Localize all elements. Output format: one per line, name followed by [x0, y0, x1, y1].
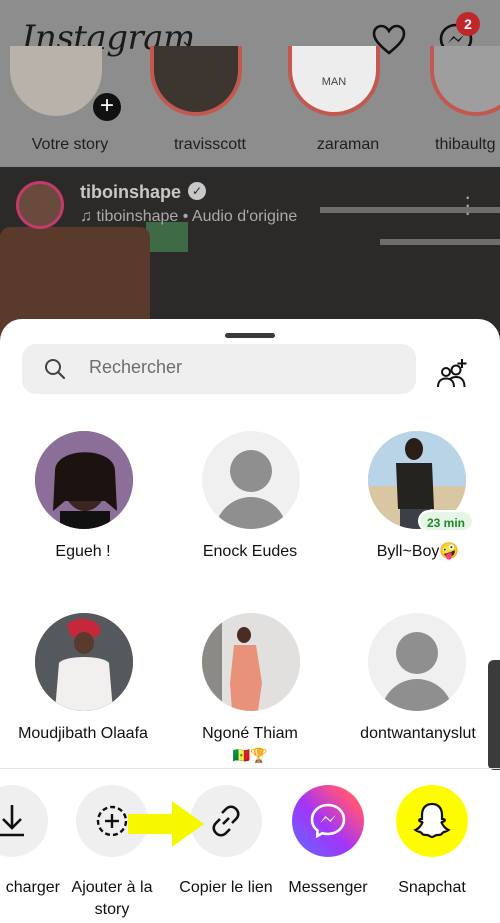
reel-background-light [380, 239, 500, 245]
contact-name: Egueh ! [55, 543, 111, 560]
scroll-edge [488, 660, 500, 770]
story-label: zaraman [316, 136, 380, 153]
snapchat-label: Snapchat [398, 879, 466, 896]
default-avatar-head [396, 632, 438, 674]
contact-photo [202, 613, 300, 711]
contact-emoji: 🇸🇳🏆 [232, 747, 268, 763]
messenger-circle [292, 785, 364, 857]
reel-exit-sign [146, 222, 188, 252]
search-input[interactable]: Rechercher [22, 344, 416, 394]
contact-avatar [202, 613, 300, 711]
music-note-icon: ♫ [80, 208, 97, 225]
contact-avatar [35, 613, 133, 711]
contact-photo [35, 431, 133, 529]
contact-photo [35, 613, 133, 711]
active-time-badge: 23 min [418, 510, 475, 532]
sheet-divider [0, 768, 500, 769]
verified-icon: ✓ [188, 182, 206, 200]
contact-name: Ngoné Thiam [202, 725, 298, 742]
messenger-share-icon [310, 803, 346, 839]
drag-handle[interactable] [225, 333, 275, 338]
download-label: charger [5, 879, 60, 896]
plus-icon[interactable]: + [90, 90, 124, 124]
search-placeholder: Rechercher [89, 357, 183, 377]
contact-avatar [202, 431, 300, 529]
yellow-arrow-annotation [128, 801, 204, 847]
snapchat-circle [396, 785, 468, 857]
snapchat-ghost-icon [413, 802, 451, 839]
story-label: travisscott [173, 136, 246, 153]
reel-background-light [320, 207, 500, 213]
search-icon [45, 359, 66, 380]
default-avatar-head [230, 450, 272, 492]
reel-author-avatar[interactable] [16, 181, 64, 229]
default-avatar-body [381, 679, 453, 711]
add-group-icon[interactable] [435, 357, 469, 391]
add-to-story-label: Ajouter à la story [71, 879, 153, 918]
default-avatar-body [215, 497, 287, 529]
story-avatar [150, 46, 242, 116]
contact-avatar [368, 613, 466, 711]
download-circle [0, 785, 48, 857]
reel-audio-label[interactable]: ♫ tiboinshape • Audio d'origine [80, 208, 297, 226]
contact-avatar [35, 431, 133, 529]
stories-row: + Votre story travisscott MAN zaraman th… [0, 46, 500, 165]
story-avatar [430, 46, 500, 116]
messenger-label: Messenger [288, 879, 368, 896]
contact-name: dontwantanyslut [360, 725, 476, 742]
contact-name: Enock Eudes [202, 543, 298, 560]
contact-name: Moudjibath Olaafa [18, 725, 148, 742]
copy-link-label: Copier le lien [179, 879, 273, 896]
story-avatar [10, 46, 102, 116]
story-label: thibaultg [435, 136, 496, 153]
more-options-icon[interactable]: · · · [464, 186, 471, 224]
contact-name: Byll~Boy🤪 [376, 543, 460, 560]
messages-badge: 2 [456, 12, 480, 36]
story-avatar: MAN [288, 46, 380, 116]
story-ring-text: MAN [321, 76, 347, 88]
download-icon [0, 805, 24, 837]
reel-audio-text: tiboinshape • Audio d'origine [96, 208, 298, 225]
story-label: Votre story [31, 136, 109, 153]
reel-author-name[interactable]: tiboinshape [80, 182, 181, 203]
